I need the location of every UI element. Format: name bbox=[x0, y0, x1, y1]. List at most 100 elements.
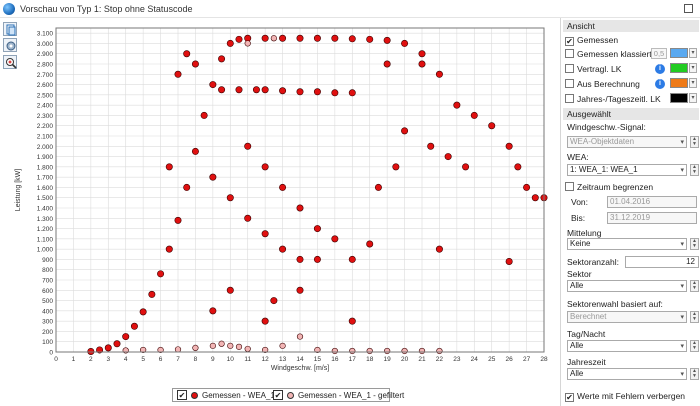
sektorenwahl-stepper[interactable]: ▲ ▼ bbox=[690, 311, 699, 323]
settings-panel: Ansicht ✔ Gemessen Gemessen klassiert 0,5… bbox=[560, 18, 700, 406]
data-point bbox=[435, 70, 443, 78]
jahreszeit-stepper[interactable]: ▲ ▼ bbox=[690, 368, 699, 380]
jahres-checkbox[interactable] bbox=[565, 94, 574, 103]
tagnacht-label: Tag/Nacht bbox=[567, 329, 606, 339]
y-tick-label: 1.500 bbox=[37, 195, 54, 202]
data-point bbox=[296, 88, 304, 96]
data-point bbox=[331, 34, 339, 42]
data-point bbox=[418, 347, 426, 355]
toggle-gemessen[interactable]: ✔ Gemessen bbox=[565, 34, 618, 46]
x-tick-label: 2 bbox=[89, 356, 93, 363]
section-header-ausgewaehlt: Ausgewählt bbox=[563, 108, 699, 120]
toggle-zeitraum[interactable]: Zeitraum begrenzen bbox=[565, 181, 653, 193]
windsignal-stepper[interactable]: ▲ ▼ bbox=[690, 136, 699, 148]
x-tick-label: 17 bbox=[349, 356, 357, 363]
x-tick-label: 15 bbox=[314, 356, 322, 363]
legend-checkbox[interactable]: ✔ bbox=[177, 390, 187, 400]
x-tick-label: 21 bbox=[418, 356, 426, 363]
mittelung-select[interactable]: Keine ▾ bbox=[567, 238, 687, 250]
data-point bbox=[313, 34, 321, 42]
x-tick-label: 12 bbox=[262, 356, 270, 363]
y-tick-label: 2.200 bbox=[37, 123, 54, 130]
x-tick-label: 1 bbox=[72, 356, 76, 363]
data-point bbox=[174, 216, 182, 224]
toggle-vertragl-lk[interactable]: Vertragl. LK bbox=[565, 63, 621, 75]
jahres-color-dropdown[interactable]: ▾ bbox=[689, 93, 697, 103]
klassiert-checkbox[interactable] bbox=[565, 49, 574, 58]
sektor-select[interactable]: Alle ▾ bbox=[567, 280, 687, 292]
jahres-color-swatch[interactable] bbox=[670, 93, 688, 103]
data-point bbox=[252, 86, 260, 94]
klassiert-label: Gemessen klassiert bbox=[577, 49, 652, 59]
berechnung-color-swatch[interactable] bbox=[670, 78, 688, 88]
berechnung-checkbox[interactable] bbox=[565, 79, 574, 88]
toggle-aus-berechnung[interactable]: Aus Berechnung bbox=[565, 78, 640, 90]
tagnacht-stepper[interactable]: ▲ ▼ bbox=[690, 340, 699, 352]
wea-select[interactable]: 1: WEA_1: WEA_1 ▾ bbox=[567, 164, 687, 176]
data-point bbox=[270, 35, 277, 42]
toggle-gemessen-klassiert[interactable]: Gemessen klassiert bbox=[565, 48, 652, 60]
power-curve-chart[interactable]: 01002003004005006007008009001.0001.1001.… bbox=[0, 18, 560, 386]
gemessen-checkbox[interactable]: ✔ bbox=[565, 37, 574, 46]
data-point bbox=[200, 111, 208, 119]
bis-date-field[interactable]: 31.12.2019 bbox=[607, 212, 697, 224]
wea-stepper[interactable]: ▲ ▼ bbox=[690, 164, 699, 176]
berechnung-color-dropdown[interactable]: ▾ bbox=[689, 78, 697, 88]
data-point bbox=[191, 147, 199, 155]
vertragl-color-swatch[interactable] bbox=[670, 63, 688, 73]
jahreszeit-select[interactable]: Alle ▾ bbox=[567, 368, 687, 380]
x-tick-label: 7 bbox=[176, 356, 180, 363]
sektoranzahl-label: Sektoranzahl: bbox=[567, 257, 619, 267]
mittelung-stepper[interactable]: ▲ ▼ bbox=[690, 238, 699, 250]
data-point bbox=[261, 86, 269, 94]
toggle-werte-fehler[interactable]: ✔ Werte mit Fehlern verbergen bbox=[565, 390, 685, 402]
tagnacht-select[interactable]: Alle ▾ bbox=[567, 340, 687, 352]
y-tick-label: 2.900 bbox=[37, 51, 54, 58]
data-point bbox=[313, 255, 321, 263]
data-point bbox=[531, 194, 539, 202]
data-point bbox=[87, 347, 95, 355]
von-date-field[interactable]: 01.04.2016 bbox=[607, 196, 697, 208]
x-tick-label: 22 bbox=[436, 356, 444, 363]
data-point bbox=[453, 101, 461, 109]
windsignal-select[interactable]: WEA-Objektdaten ▾ bbox=[567, 136, 687, 148]
data-point bbox=[270, 297, 278, 305]
zeitraum-checkbox[interactable] bbox=[565, 182, 574, 191]
sektoranzahl-input[interactable]: 12 bbox=[625, 256, 699, 268]
x-tick-label: 10 bbox=[227, 356, 235, 363]
data-point bbox=[261, 230, 269, 238]
data-point bbox=[244, 142, 252, 150]
vertragl-color-dropdown[interactable]: ▾ bbox=[689, 63, 697, 73]
sektor-stepper[interactable]: ▲ ▼ bbox=[690, 280, 699, 292]
klassiert-color-swatch[interactable] bbox=[670, 48, 688, 58]
toggle-jahres-tageszeitl-lk[interactable]: Jahres-/Tageszeitl. LK bbox=[565, 93, 661, 105]
data-point bbox=[384, 347, 391, 355]
vertragl-checkbox[interactable] bbox=[565, 64, 574, 73]
y-tick-label: 500 bbox=[42, 298, 53, 305]
restore-window-icon[interactable] bbox=[684, 4, 693, 13]
data-point bbox=[218, 55, 226, 63]
x-tick-label: 16 bbox=[331, 356, 339, 363]
class-width-input[interactable]: 0,5 bbox=[651, 48, 667, 59]
data-point bbox=[418, 50, 426, 58]
data-point bbox=[488, 122, 496, 130]
fehler-checkbox[interactable]: ✔ bbox=[565, 393, 574, 402]
y-tick-label: 600 bbox=[42, 288, 53, 295]
vertragl-info-icon[interactable]: i bbox=[655, 64, 665, 74]
x-tick-label: 27 bbox=[523, 356, 531, 363]
x-tick-label: 4 bbox=[124, 356, 128, 363]
data-point bbox=[279, 245, 287, 253]
legend-checkbox[interactable]: ✔ bbox=[273, 390, 283, 400]
data-point bbox=[122, 333, 130, 341]
chevron-down-icon: ▾ bbox=[680, 343, 684, 350]
legend-label: Gemessen - WEA_1 - gefiltert bbox=[298, 391, 405, 400]
berechnung-info-icon[interactable]: i bbox=[655, 79, 665, 89]
chevron-down-icon: ▾ bbox=[680, 314, 684, 321]
data-point bbox=[174, 70, 182, 78]
klassiert-color-dropdown[interactable]: ▾ bbox=[689, 48, 697, 58]
sektorenwahl-select[interactable]: Berechnet ▾ bbox=[567, 311, 687, 323]
data-point bbox=[401, 39, 409, 47]
data-point bbox=[244, 40, 251, 47]
data-point bbox=[218, 86, 226, 94]
y-tick-label: 1.600 bbox=[37, 185, 54, 192]
